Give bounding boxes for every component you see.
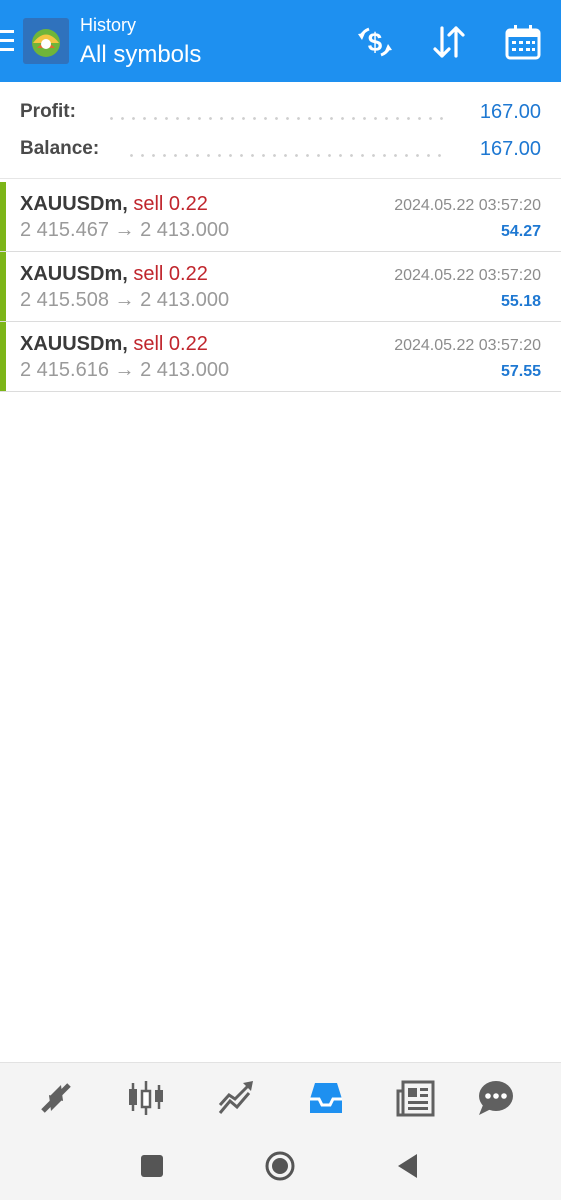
history-icon[interactable] <box>305 1077 347 1119</box>
profit-label: Profit: <box>20 101 76 122</box>
deal-row[interactable]: XAUUSDm, sell 0.22 2 415.467 → 2 413.000… <box>0 182 561 252</box>
leader-dots <box>126 154 445 157</box>
screen-title: History <box>80 15 137 35</box>
menu-icon[interactable] <box>0 30 14 52</box>
news-icon[interactable] <box>395 1077 437 1119</box>
deal-symbol: XAUUSDm, sell 0.22 <box>20 333 208 355</box>
balance-label: Balance: <box>20 138 100 159</box>
messages-icon[interactable] <box>475 1077 517 1119</box>
symbol-filter-label[interactable]: All symbols <box>80 41 201 69</box>
balance-value: 167.00 <box>479 138 541 160</box>
balance-row: Balance: 167.00 <box>20 138 541 168</box>
chart-icon[interactable] <box>125 1077 167 1119</box>
deal-time: 2024.05.22 03:57:20 <box>394 197 541 214</box>
app-header: History All symbols $ <box>0 0 561 82</box>
deal-side: sell 0.22 <box>133 263 208 285</box>
deal-profit: 54.27 <box>500 223 541 240</box>
deal-type-indicator <box>0 182 6 251</box>
deal-symbol: XAUUSDm, sell 0.22 <box>20 263 208 285</box>
deal-profit: 57.55 <box>500 363 541 380</box>
deal-row[interactable]: XAUUSDm, sell 0.22 2 415.508 → 2 413.000… <box>0 252 561 322</box>
svg-text:$: $ <box>368 27 383 57</box>
deal-profit: 55.18 <box>500 293 541 310</box>
leader-dots <box>106 117 445 120</box>
deal-prices: 2 415.508 → 2 413.000 <box>20 289 230 311</box>
deal-prices: 2 415.616 → 2 413.000 <box>20 359 230 381</box>
deal-symbol: XAUUSDm, sell 0.22 <box>20 193 208 215</box>
history-summary: Profit: 167.00 Balance: 167.00 <box>0 82 561 179</box>
bottom-navigation <box>0 1062 561 1133</box>
deal-type-indicator <box>0 252 6 321</box>
profit-row: Profit: 167.00 <box>20 101 541 131</box>
deal-row[interactable]: XAUUSDm, sell 0.22 2 415.616 → 2 413.000… <box>0 322 561 392</box>
deal-time: 2024.05.22 03:57:20 <box>394 267 541 284</box>
deal-side: sell 0.22 <box>133 333 208 355</box>
deposit-icon[interactable]: $ <box>355 22 395 62</box>
profit-value: 167.00 <box>479 101 541 123</box>
deal-prices: 2 415.467 → 2 413.000 <box>20 219 230 241</box>
deal-type-indicator <box>0 322 6 391</box>
quotes-icon[interactable] <box>35 1077 77 1119</box>
trade-icon[interactable] <box>215 1077 257 1119</box>
deal-side: sell 0.22 <box>133 193 208 215</box>
home-icon[interactable] <box>265 1151 295 1181</box>
recents-icon[interactable] <box>137 1151 167 1181</box>
system-navigation-bar <box>0 1133 561 1200</box>
calendar-icon[interactable] <box>503 22 543 62</box>
app-logo <box>23 18 69 64</box>
deal-time: 2024.05.22 03:57:20 <box>394 337 541 354</box>
back-icon[interactable] <box>393 1151 423 1181</box>
sort-icon[interactable] <box>429 22 469 62</box>
